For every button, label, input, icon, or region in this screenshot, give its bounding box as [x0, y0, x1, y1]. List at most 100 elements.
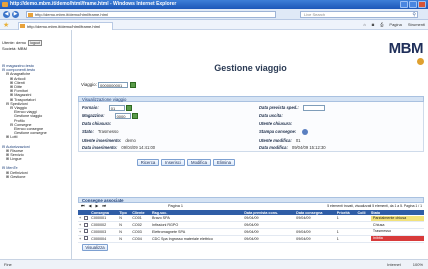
cell-colli	[356, 235, 370, 243]
cell-prev: 09/04/09	[243, 215, 296, 223]
home-icon[interactable]: ⌂	[363, 22, 365, 28]
cell-ragsoc: CDC Spa Ingrosso materiale elettrico	[151, 235, 244, 243]
cell-b[interactable]	[82, 235, 91, 243]
row-checkbox[interactable]	[83, 222, 88, 227]
status-badge: Parzialmente chiusa	[370, 215, 424, 221]
page-info: 5 elementi trovati, visualizzati 5 eleme…	[327, 204, 422, 208]
field-right: Stampa consegne:	[259, 129, 309, 135]
status-badge: Trasmesso	[372, 229, 392, 234]
cell-colli	[356, 215, 370, 223]
field-right: Data modifica: 09/04/09 15:12:30	[259, 145, 326, 150]
row-checkbox[interactable]	[83, 236, 88, 241]
cell-cliente: CO01	[131, 215, 152, 223]
field-input[interactable]: 0000	[114, 113, 131, 119]
table-row[interactable]: + C000003 N CO03 Elettromagnete SPA 09/04/09 0…	[78, 228, 424, 236]
cell-cliente: CO03	[131, 228, 152, 236]
table-row[interactable]: + C000002 N CO02 Infissioni RGPO 09/04/09 Chiu…	[78, 221, 424, 230]
search-icon[interactable]: ⚲	[412, 12, 416, 18]
field-label: Stato:	[82, 129, 94, 134]
tab-favicon-icon	[20, 24, 25, 28]
field-left: Data inserimento: 09/04/09 14:41:00	[82, 145, 155, 150]
field-right: Utente modifica: 01	[259, 138, 300, 143]
print-icon[interactable]: ⎙	[380, 22, 383, 28]
cell-b[interactable]	[82, 221, 91, 230]
table-row[interactable]: + C000001 N CO01 Bravo SPA 09/04/09 09/04/09 1 P…	[78, 215, 424, 223]
cell-consegna: C000002	[90, 221, 119, 230]
field-right: Utente chiusura:	[259, 121, 296, 126]
field-left: Fornaio: 01	[82, 105, 132, 111]
cell-prio	[335, 221, 357, 230]
field-label: Data chiusura:	[82, 121, 112, 126]
browser-tab[interactable]: http://demo.mbm.it/demo/html/frame.html	[18, 22, 113, 30]
field-right: Data prevista sped.:	[259, 105, 325, 111]
cell-b[interactable]	[82, 215, 91, 223]
user-label: Utente: demo	[2, 40, 27, 45]
print-icon[interactable]	[302, 129, 309, 135]
field-label: Utente modifica:	[259, 138, 292, 143]
user-info: Utente: demo logout Società: MBM	[2, 40, 42, 51]
cell-tipo: N	[118, 221, 132, 230]
row-checkbox[interactable]	[83, 215, 88, 220]
address-bar: ◀ ▶ http://demo.mbm.it/demo/html/frame.h…	[0, 9, 428, 20]
sidebar: Utente: demo logout Società: MBM ⊟ magaz…	[0, 30, 72, 259]
field-label: Stampa consegne:	[259, 129, 297, 135]
delete-button[interactable]: Elimina	[213, 159, 235, 166]
row-checkbox[interactable]	[83, 229, 88, 234]
field-left: Data chiusura:	[82, 121, 115, 126]
field-label: Utente chiusura:	[259, 121, 293, 126]
field-value: 09/04/09 14:41:00	[121, 145, 156, 150]
main-area: MBM Gestione viaggio Viaggio: 0000000001…	[73, 30, 428, 259]
pager-nav[interactable]: ⏮ ◀ ▶ ⏭	[81, 204, 107, 208]
zoom-level[interactable]: 100%	[413, 260, 423, 269]
minimize-button[interactable]	[400, 1, 408, 8]
company-label: Società: MBM	[2, 46, 27, 51]
logout-button[interactable]: logout	[28, 40, 42, 46]
deliveries-table: Consegna Tipo Cliente Rag.soc. Data prevista…	[78, 210, 424, 243]
field-input[interactable]: 01	[108, 105, 125, 111]
window-title-bar: http://demo.mbm.it/demo/html/frame.html …	[0, 0, 428, 9]
feeds-icon[interactable]: ◙	[372, 22, 374, 28]
status-bar: Fine Internet 100%	[0, 259, 428, 269]
close-button[interactable]	[418, 1, 426, 8]
field-label: Fornaio:	[82, 105, 99, 111]
cell-ragsoc: Infissioni RGPO	[151, 221, 244, 230]
page-indicator[interactable]: Pagina 1	[168, 203, 183, 209]
cell-b[interactable]	[82, 228, 91, 236]
cell-tipo: N	[118, 228, 132, 236]
insert-button[interactable]: Inserisci	[161, 159, 185, 166]
field-label: Magazzino:	[82, 113, 105, 119]
lookup-icon[interactable]	[130, 82, 137, 88]
toolbar-page-menu[interactable]: Pagina	[389, 22, 401, 28]
toolbar-tools-menu[interactable]: Strumenti	[408, 22, 425, 28]
lookup-icon[interactable]	[131, 113, 138, 119]
window-controls	[400, 1, 426, 8]
cell-tipo: N	[118, 215, 132, 223]
viaggio-input[interactable]: 0000000001	[98, 82, 129, 88]
cell-stato: Inibita	[369, 235, 424, 243]
page-favicon-icon	[28, 13, 33, 17]
field-value: Trasmesso	[97, 129, 119, 134]
field-value: 01	[295, 138, 301, 143]
brand-logo: MBM	[388, 40, 424, 57]
cell-cons: 09/04/09	[295, 228, 336, 236]
view-button[interactable]: Visualizza	[82, 244, 108, 251]
cell-cons: 09/04/09	[295, 215, 336, 223]
edit-button[interactable]: Modifica	[187, 159, 211, 166]
search-button[interactable]: Ricerca	[137, 159, 159, 166]
lookup-icon[interactable]	[125, 105, 132, 111]
url-field[interactable]: http://demo.mbm.it/demo/html/frame.html	[26, 11, 276, 18]
field-left: Utente inserimento: demo	[82, 138, 136, 143]
tree-item[interactable]: ⊞ Gestione	[2, 175, 47, 179]
favorites-star-icon[interactable]: ★	[3, 21, 9, 29]
table-row[interactable]: + C000004 N CO04 CDC Spa Ingrosso materiale …	[78, 235, 424, 243]
cell-colli	[356, 221, 370, 230]
search-input[interactable]: Live Search ⚲	[300, 11, 418, 18]
field-left: Magazzino: 0000	[82, 113, 138, 119]
cell-prio: 1	[335, 228, 357, 236]
tab-bar: ★ http://demo.mbm.it/demo/html/frame.htm…	[0, 20, 428, 30]
back-icon[interactable]: ◀	[3, 11, 10, 18]
maximize-button[interactable]	[409, 1, 417, 8]
forward-icon[interactable]: ▶	[12, 11, 19, 18]
date-input[interactable]	[302, 105, 325, 111]
field-label: Data uscita:	[259, 113, 283, 118]
